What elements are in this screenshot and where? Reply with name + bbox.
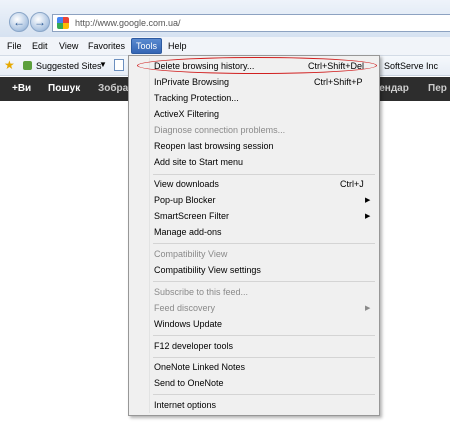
menu-favorites[interactable]: Favorites xyxy=(88,41,125,51)
menu-item-send-onenote[interactable]: Send to OneNote xyxy=(154,378,224,388)
menu-item-tracking-protection[interactable]: Tracking Protection... xyxy=(154,93,239,103)
menu-help[interactable]: Help xyxy=(168,41,187,51)
menu-view[interactable]: View xyxy=(59,41,78,51)
menu-item-feed-discovery: Feed discovery xyxy=(154,303,216,313)
suggested-sites-link[interactable]: Suggested Sites xyxy=(36,61,102,71)
menu-edit[interactable]: Edit xyxy=(32,41,48,51)
submenu-arrow-icon: ▶ xyxy=(365,213,371,220)
submenu-arrow-icon: ▶ xyxy=(365,305,371,312)
submenu-arrow-icon: ▶ xyxy=(365,197,371,204)
shortcut-delete-history: Ctrl+Shift+Del xyxy=(308,61,365,71)
tools-dropdown-menu: Delete browsing history... Ctrl+Shift+De… xyxy=(128,55,380,416)
menu-item-view-downloads[interactable]: View downloads xyxy=(154,179,219,189)
arrow-right-icon: → xyxy=(34,15,46,29)
menu-item-internet-options[interactable]: Internet options xyxy=(154,400,216,410)
menu-item-smartscreen[interactable]: SmartScreen Filter xyxy=(154,211,229,221)
url-input[interactable]: http://www.google.com.ua/ xyxy=(52,14,450,32)
shortcut-view-downloads: Ctrl+J xyxy=(340,179,364,189)
menu-item-add-site[interactable]: Add site to Start menu xyxy=(154,157,243,167)
web-slice-icon[interactable] xyxy=(114,59,124,71)
menu-separator xyxy=(153,335,375,336)
menu-item-subscribe-feed: Subscribe to this feed... xyxy=(154,287,249,297)
shortcut-inprivate: Ctrl+Shift+P xyxy=(314,77,363,87)
google-translate-link[interactable]: Пер xyxy=(428,83,447,94)
menu-item-manage-addons[interactable]: Manage add-ons xyxy=(154,227,222,237)
back-button[interactable]: ← xyxy=(9,12,29,32)
menu-separator xyxy=(153,243,375,244)
suggested-sites-icon xyxy=(23,61,32,70)
google-images-link[interactable]: Зобра xyxy=(98,83,128,94)
menu-file[interactable]: File xyxy=(7,41,22,51)
menu-item-onenote-linked[interactable]: OneNote Linked Notes xyxy=(154,362,245,372)
chevron-down-icon[interactable]: ▼ xyxy=(99,60,107,69)
menu-item-delete-history[interactable]: Delete browsing history... xyxy=(154,61,254,71)
menu-item-inprivate[interactable]: InPrivate Browsing xyxy=(154,77,229,87)
menu-item-diagnose: Diagnose connection problems... xyxy=(154,125,286,135)
google-search-link[interactable]: Пошук xyxy=(48,83,80,94)
arrow-left-icon: ← xyxy=(13,15,25,29)
google-favicon-icon xyxy=(57,17,69,29)
address-bar-row: ← → http://www.google.com.ua/ xyxy=(0,0,450,37)
menu-separator xyxy=(153,394,375,395)
menu-item-compat-settings[interactable]: Compatibility View settings xyxy=(154,265,261,275)
favorites-star-icon[interactable]: ★ xyxy=(4,59,15,71)
menu-tools[interactable]: Tools xyxy=(131,38,163,54)
menu-separator xyxy=(153,281,375,282)
menu-item-compat-view: Compatibility View xyxy=(154,249,228,259)
menu-bar: File Edit View Favorites Tools Help xyxy=(0,37,450,56)
menu-separator xyxy=(153,174,375,175)
menu-item-f12-tools[interactable]: F12 developer tools xyxy=(154,341,233,351)
menu-separator xyxy=(153,357,375,358)
forward-button[interactable]: → xyxy=(30,12,50,32)
google-plus-link[interactable]: +Ви xyxy=(12,83,31,94)
menu-item-activex-filtering[interactable]: ActiveX Filtering xyxy=(154,109,219,119)
url-text: http://www.google.com.ua/ xyxy=(75,18,181,28)
menu-item-popup-blocker[interactable]: Pop-up Blocker xyxy=(154,195,216,205)
favorite-softserve-link[interactable]: SoftServe Inc xyxy=(384,61,438,71)
menu-item-reopen-session[interactable]: Reopen last browsing session xyxy=(154,141,274,151)
menu-item-windows-update[interactable]: Windows Update xyxy=(154,319,222,329)
